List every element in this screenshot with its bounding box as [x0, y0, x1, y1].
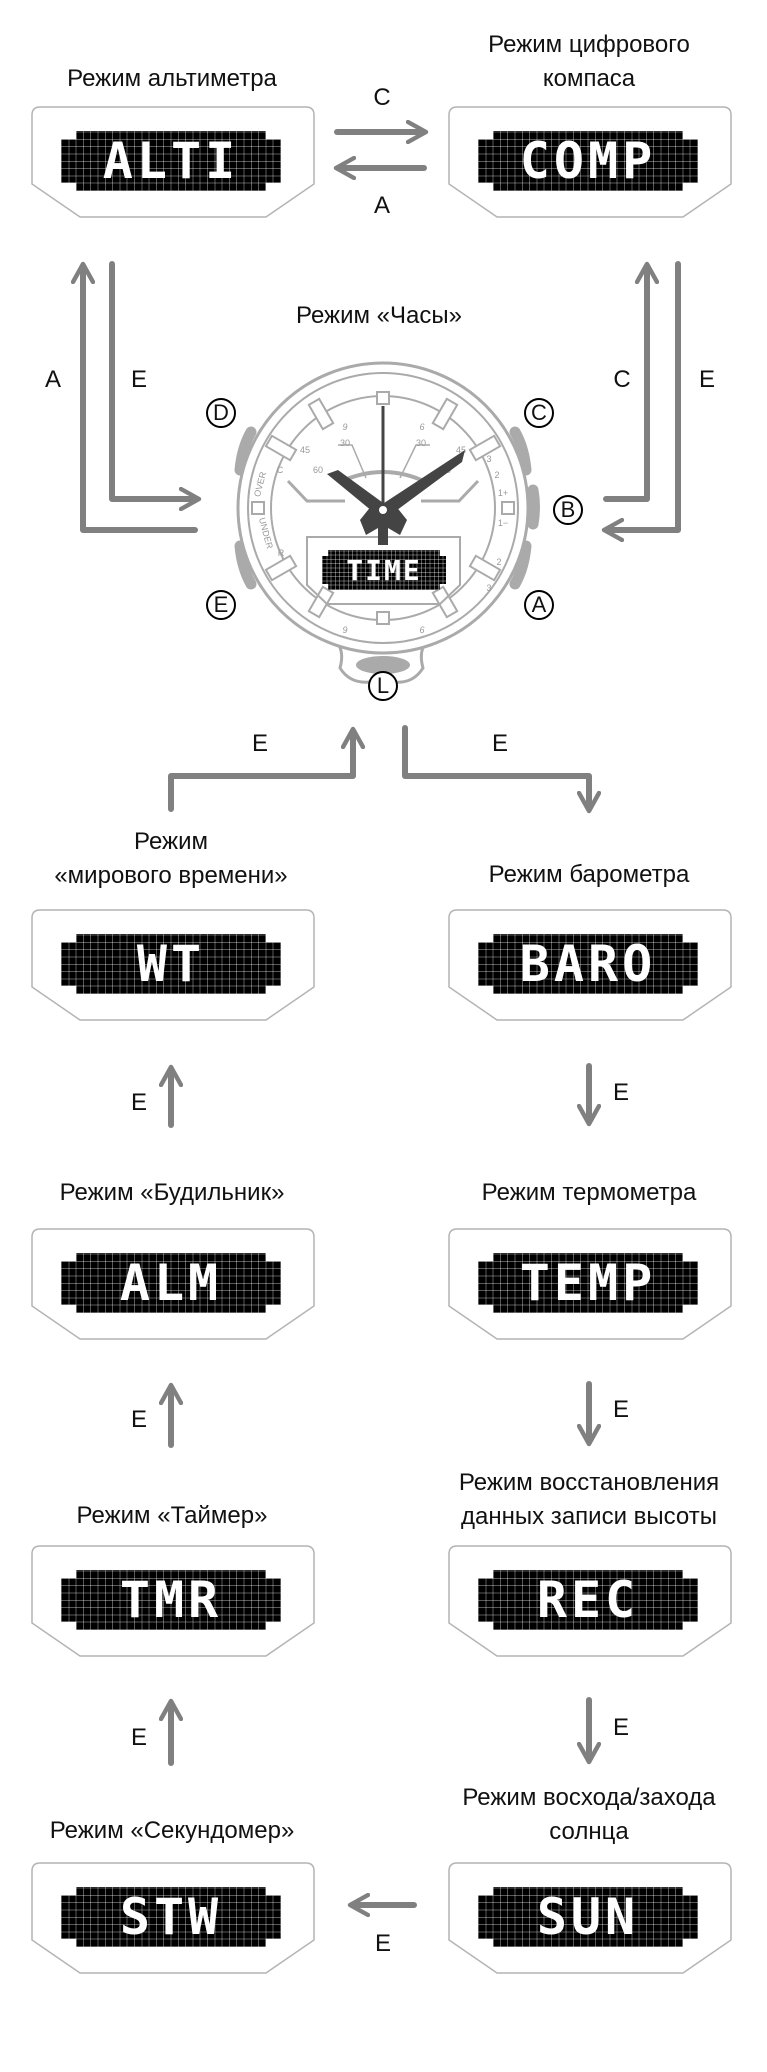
mode-title-alm: Режим «Будильник»	[59, 1179, 285, 1206]
lcd-text: BARO	[519, 935, 657, 993]
mode-title-baro: Режим барометра	[488, 861, 690, 888]
arrow-label-e: E	[491, 730, 509, 757]
arrow-label-e: E	[130, 1406, 148, 1433]
button-e-label: E	[206, 590, 236, 620]
svg-text:3: 3	[486, 583, 491, 593]
display-baro: BARO	[448, 909, 732, 1021]
watch-illustration: 9 6 45 45 30 30 60 60 C OVER UNDER R 3 2…	[234, 361, 540, 684]
display-wt: WT	[31, 909, 315, 1021]
lcd-text: TEMP	[519, 1254, 657, 1312]
lcd-screen: BARO	[478, 934, 698, 994]
svg-text:3: 3	[486, 454, 491, 464]
svg-text:45: 45	[300, 445, 310, 455]
arrow-label-e: E	[130, 1724, 148, 1751]
mode-title-tmr: Режим «Таймер»	[76, 1502, 268, 1529]
svg-text:R: R	[278, 548, 285, 558]
svg-text:1−: 1−	[498, 518, 508, 528]
arrow-label-e: E	[374, 1930, 392, 1957]
svg-text:9: 9	[342, 625, 347, 635]
svg-text:6: 6	[419, 422, 424, 432]
button-b-label: B	[553, 495, 583, 525]
svg-text:30: 30	[416, 438, 426, 448]
svg-text:6: 6	[419, 625, 424, 635]
lcd-screen: SUN	[478, 1887, 698, 1947]
display-stw: STW	[31, 1862, 315, 1974]
svg-text:30: 30	[340, 438, 350, 448]
display-temp: TEMP	[448, 1228, 732, 1340]
lcd-text: ALM	[119, 1254, 223, 1312]
svg-text:C: C	[277, 465, 284, 475]
arrow-label-e: E	[612, 1396, 630, 1423]
button-a-label: A	[524, 590, 554, 620]
display-sun: SUN	[448, 1862, 732, 1974]
lcd-screen: TEMP	[478, 1253, 698, 1313]
button-c-label: C	[524, 398, 554, 428]
svg-text:1+: 1+	[498, 488, 508, 498]
lcd-screen: REC	[478, 1570, 698, 1630]
arrow-label-e: E	[251, 730, 269, 757]
mode-title-temp: Режим термометра	[481, 1179, 697, 1206]
lcd-text: STW	[119, 1888, 223, 1946]
svg-text:9: 9	[342, 422, 347, 432]
lcd-screen: ALM	[61, 1253, 281, 1313]
arrow-label-e: E	[130, 1089, 148, 1116]
display-tmr: TMR	[31, 1545, 315, 1657]
lcd-screen: TMR	[61, 1570, 281, 1630]
lcd-text: TMR	[119, 1571, 223, 1629]
button-d-label: D	[206, 398, 236, 428]
mode-title-rec: Режим восстановления данных записи высоты	[458, 1469, 720, 1530]
display-alm: ALM	[31, 1228, 315, 1340]
arrow-label-e: E	[612, 1714, 630, 1741]
button-l-label: L	[368, 671, 398, 701]
svg-text:2: 2	[496, 557, 501, 567]
svg-text:60: 60	[313, 465, 323, 475]
arrow-label-e: E	[612, 1079, 630, 1106]
watch-lcd-text: TIME	[346, 553, 422, 587]
mode-title-wt: Режим «мирового времени»	[54, 828, 288, 889]
mode-title-stw: Режим «Секундомер»	[49, 1817, 295, 1844]
svg-text:2: 2	[494, 470, 499, 480]
mode-title-sun: Режим восхода/захода солнца	[462, 1784, 716, 1845]
lcd-screen: STW	[61, 1887, 281, 1947]
lcd-screen: WT	[61, 934, 281, 994]
display-rec: REC	[448, 1545, 732, 1657]
lcd-text: WT	[136, 935, 206, 993]
lcd-text: SUN	[536, 1888, 640, 1946]
watch-lcd: TIME	[322, 550, 446, 590]
second-hand	[381, 406, 385, 514]
lcd-text: REC	[536, 1571, 640, 1629]
